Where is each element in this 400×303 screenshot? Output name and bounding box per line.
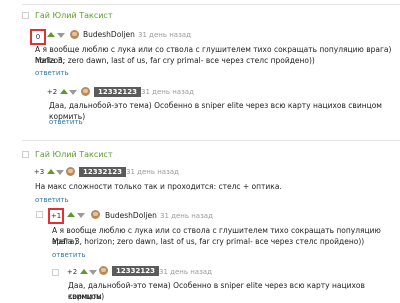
reply-link[interactable]: ответить xyxy=(52,251,86,259)
comment-time: 31 день назад xyxy=(159,268,212,276)
comment-time: 31 день назад xyxy=(126,168,179,176)
avatar[interactable] xyxy=(70,30,79,39)
thread-collapse-toggle[interactable] xyxy=(22,12,29,19)
thread-collapse-toggle[interactable] xyxy=(22,151,29,158)
comment-text-line: Mafia 3, horizon; zero dawn, last of us,… xyxy=(52,237,365,246)
parent-author-link[interactable]: Гай Юлий Таксист xyxy=(35,150,113,159)
comment-time: 31 день назад xyxy=(160,212,213,220)
upvote-icon[interactable] xyxy=(47,32,55,37)
separator xyxy=(22,140,400,141)
upvote-icon[interactable] xyxy=(47,169,55,174)
downvote-icon[interactable] xyxy=(77,213,85,218)
avatar[interactable] xyxy=(66,167,75,176)
comment-time: 31 день назад xyxy=(141,88,194,96)
thread-collapse-toggle[interactable] xyxy=(36,211,43,218)
upvote-icon[interactable] xyxy=(67,212,75,217)
downvote-icon[interactable] xyxy=(69,90,77,95)
thread-collapse-toggle[interactable] xyxy=(52,269,59,276)
comment-username[interactable]: BudeshDoljen xyxy=(105,211,157,220)
reply-link[interactable]: ответить xyxy=(35,196,69,204)
comment-text-line: Даа, дальнобой-это тема) Особенно в snip… xyxy=(49,101,382,121)
downvote-icon[interactable] xyxy=(57,33,65,38)
parent-author-link[interactable]: Гай Юлий Таксист xyxy=(35,11,113,20)
downvote-icon[interactable] xyxy=(89,270,97,275)
username-badge[interactable]: 12332123 xyxy=(112,266,159,276)
comment-score: +2 xyxy=(46,88,58,96)
comment-score: +1 xyxy=(48,208,64,224)
avatar[interactable] xyxy=(99,266,108,275)
comment-text-line: На макс сложности только так и проходитс… xyxy=(35,182,282,191)
comment-text-line: Даа, дальнобой-это тема) Особенно в snip… xyxy=(68,281,365,301)
separator xyxy=(22,4,400,5)
comment-username[interactable]: BudeshDoljen xyxy=(83,30,135,39)
reply-link[interactable]: ответить xyxy=(35,69,69,77)
downvote-icon[interactable] xyxy=(56,170,64,175)
username-badge[interactable]: 12332123 xyxy=(79,167,126,177)
comment-time: 31 день назад xyxy=(138,31,191,39)
comment-score: +3 xyxy=(33,168,45,176)
comment-score: 0 xyxy=(30,29,46,45)
comment-text-line: кормить) xyxy=(68,292,105,301)
upvote-icon[interactable] xyxy=(80,269,88,274)
username-badge[interactable]: 12332123 xyxy=(94,87,141,97)
comment-score: +2 xyxy=(66,268,78,276)
avatar[interactable] xyxy=(81,87,90,96)
avatar[interactable] xyxy=(91,210,100,219)
upvote-icon[interactable] xyxy=(60,89,68,94)
comment-text-line: horizon; zero dawn, last of us, far cry … xyxy=(35,56,315,65)
reply-link[interactable]: ответить xyxy=(49,118,83,126)
